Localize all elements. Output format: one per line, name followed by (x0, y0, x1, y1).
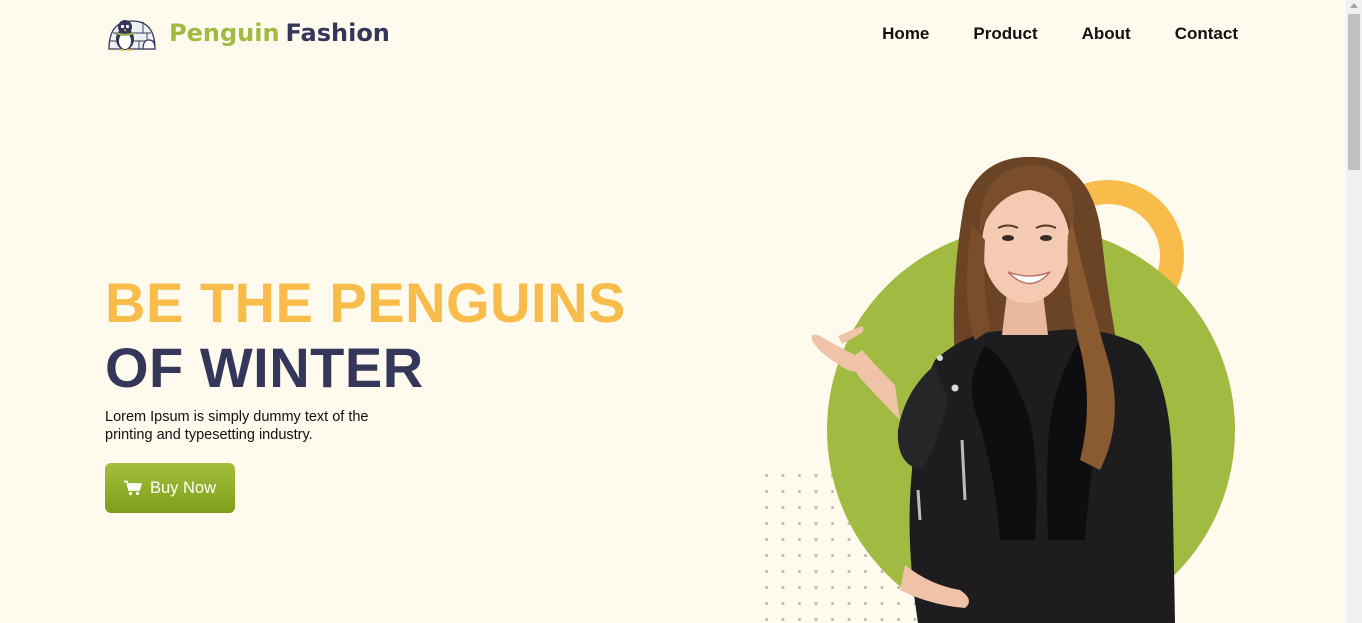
brand-name: Penguin Fashion (169, 19, 390, 47)
main-nav: Home Product About Contact (838, 24, 1238, 44)
scrollbar-thumb[interactable] (1348, 14, 1360, 170)
vertical-scrollbar[interactable] (1346, 0, 1362, 623)
hero-headline-line2: OF WINTER (105, 336, 424, 399)
penguin-igloo-logo-icon (108, 20, 156, 51)
nav-link-about[interactable]: About (1082, 24, 1131, 44)
cart-icon (123, 480, 142, 496)
hero-headline-line1: BE THE PENGUINS (105, 271, 626, 334)
hero-description: Lorem Ipsum is simply dummy text of the … (105, 409, 369, 443)
buy-now-label: Buy Now (149, 478, 217, 497)
brand-name-part1: Penguin (169, 19, 280, 47)
landing-page: Penguin Fashion Home Product About Contac… (0, 0, 1362, 623)
logo[interactable]: Penguin Fashion (105, 12, 390, 54)
nav-link-contact[interactable]: Contact (1175, 24, 1238, 44)
brand-name-part2: Fashion (285, 19, 390, 47)
hero-image (762, 156, 1235, 623)
scroll-up-arrow-icon[interactable] (1350, 3, 1358, 8)
buy-now-button[interactable]: Buy Now (105, 463, 235, 513)
nav-link-home[interactable]: Home (882, 24, 929, 44)
nav-link-product[interactable]: Product (973, 24, 1037, 44)
